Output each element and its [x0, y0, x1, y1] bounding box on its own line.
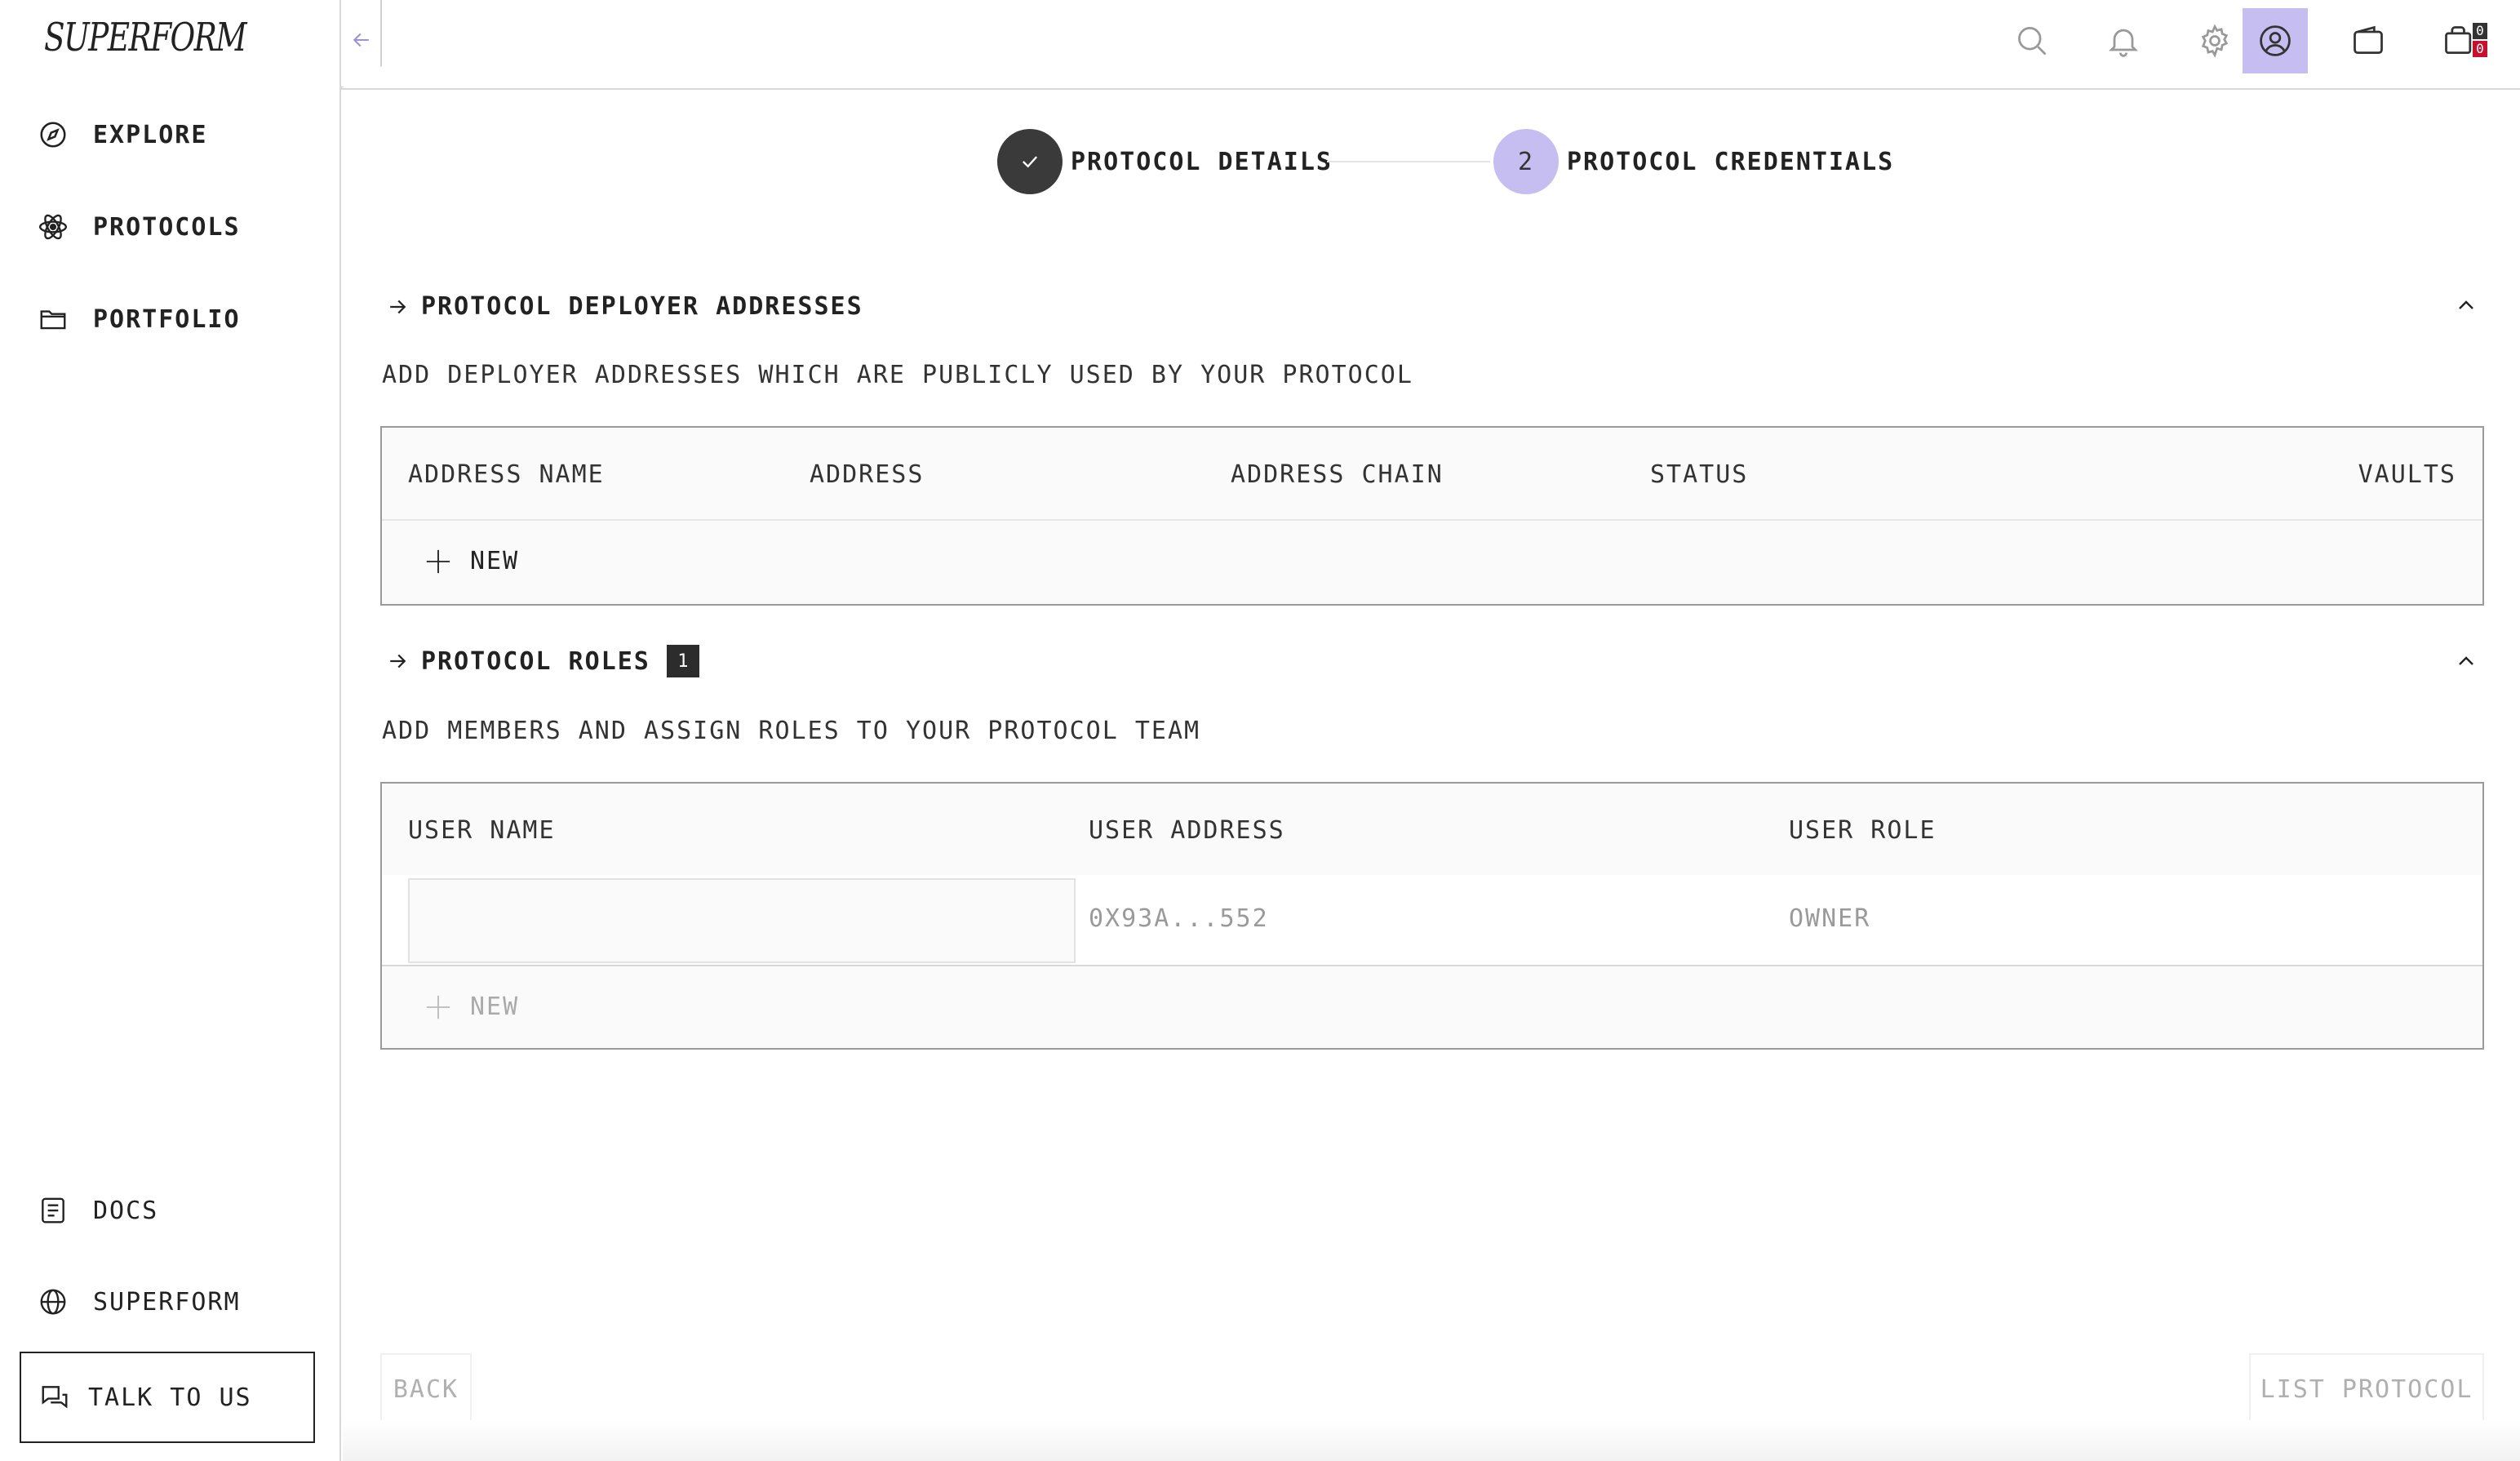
roles-count-badge: 1	[666, 645, 699, 677]
column-header: VAULTS	[2358, 460, 2456, 489]
wallet-button[interactable]	[2336, 8, 2401, 73]
table-row: 0X93A...552 OWNER	[382, 875, 2482, 965]
arrow-right-icon	[390, 300, 406, 313]
user-address-cell: 0X93A...552	[1089, 904, 1269, 933]
row-divider	[382, 519, 2482, 521]
chat-icon	[42, 1386, 68, 1409]
checkmark-icon	[1023, 156, 1038, 168]
settings-button[interactable]	[2182, 8, 2247, 73]
step-label: PROTOCOL CREDENTIALS	[1567, 147, 1895, 176]
compass-icon	[40, 122, 66, 148]
atom-icon	[38, 214, 68, 240]
cart-count-badge: 0	[2473, 23, 2487, 39]
row-divider	[382, 965, 2482, 966]
step-label: PROTOCOL DETAILS	[1071, 147, 1333, 176]
globe-icon	[40, 1289, 66, 1315]
sidebar-item-superform[interactable]: SUPERFORM	[38, 1286, 241, 1317]
step-protocol-credentials[interactable]: 2 PROTOCOL CREDENTIALS	[1493, 129, 1894, 194]
user-icon	[2260, 25, 2291, 56]
plus-icon	[426, 549, 450, 573]
wallet-icon	[2354, 25, 2383, 55]
column-header: ADDRESS	[810, 460, 925, 489]
deployer-addresses-table: ADDRESS NAME ADDRESS ADDRESS CHAIN STATU…	[380, 426, 2484, 606]
section-title: PROTOCOL DEPLOYER ADDRESSES	[421, 292, 863, 321]
talk-to-us-button[interactable]: TALK TO US	[20, 1352, 315, 1443]
notifications-button[interactable]	[2091, 8, 2156, 73]
new-label: NEW	[470, 993, 520, 1021]
cart-alert-badge: 0	[2473, 41, 2487, 57]
column-header: USER ADDRESS	[1089, 816, 1285, 845]
add-deployer-address-button[interactable]: NEW	[424, 547, 519, 575]
protocol-roles-table: USER NAME USER ADDRESS USER ROLE 0X93A..…	[380, 782, 2484, 1050]
sidebar-item-explore[interactable]: EXPLORE	[38, 119, 207, 150]
list-protocol-button[interactable]: LIST PROTOCOL	[2249, 1353, 2484, 1425]
sidebar-item-docs[interactable]: DOCS	[38, 1195, 158, 1226]
document-icon	[42, 1197, 64, 1223]
bell-icon	[2109, 29, 2138, 57]
superform-logo[interactable]: SUPERFORM	[44, 15, 247, 60]
add-member-button[interactable]: NEW	[424, 993, 519, 1021]
sidebar-item-label: SUPERFORM	[93, 1287, 241, 1317]
deployer-section-header[interactable]: PROTOCOL DEPLOYER ADDRESSES	[385, 292, 863, 321]
chevron-up-icon[interactable]	[2453, 648, 2479, 674]
gear-icon	[2201, 24, 2229, 58]
chevron-up-icon[interactable]	[2453, 292, 2479, 318]
search-icon	[2018, 27, 2047, 56]
cart-button[interactable]: 0 0	[2427, 8, 2492, 73]
sidebar-item-label: EXPLORE	[93, 120, 208, 149]
column-header: STATUS	[1650, 460, 1749, 489]
column-header: USER ROLE	[1789, 816, 1937, 845]
step-protocol-details[interactable]: PROTOCOL DETAILS	[997, 129, 1333, 194]
section-description: ADD MEMBERS AND ASSIGN ROLES TO YOUR PRO…	[382, 717, 1201, 745]
search-button[interactable]	[1999, 8, 2065, 73]
column-header: ADDRESS NAME	[408, 460, 605, 489]
column-header: USER NAME	[408, 816, 556, 845]
plus-icon	[426, 995, 450, 1019]
new-label: NEW	[470, 547, 520, 575]
sidebar-item-portfolio[interactable]: PORTFOLIO	[38, 304, 241, 335]
bottom-shadow	[343, 1420, 2520, 1461]
talk-to-us-label: TALK TO US	[88, 1383, 252, 1412]
folder-icon	[40, 310, 66, 330]
roles-section-header[interactable]: PROTOCOL ROLES 1	[385, 645, 699, 677]
stepper-connector	[1327, 161, 1490, 162]
sidebar-item-label: PORTFOLIO	[93, 304, 241, 334]
profile-button[interactable]	[2243, 8, 2308, 73]
sidebar-item-label: PROTOCOLS	[93, 212, 241, 242]
user-name-input[interactable]	[408, 878, 1076, 963]
topbar: 0 0	[341, 0, 2520, 90]
arrow-right-icon	[390, 654, 406, 668]
sidebar-item-label: DOCS	[93, 1196, 159, 1225]
section-description: ADD DEPLOYER ADDRESSES WHICH ARE PUBLICL…	[382, 361, 1413, 389]
section-title: PROTOCOL ROLES	[421, 646, 650, 676]
step-done-circle	[997, 129, 1063, 194]
column-header: ADDRESS CHAIN	[1231, 460, 1444, 489]
back-button[interactable]: BACK	[380, 1353, 472, 1425]
sidebar-item-protocols[interactable]: PROTOCOLS	[38, 211, 241, 242]
sidebar: SUPERFORM EXPLORE PROTOCOLS PORTFOLIO DO…	[0, 0, 341, 1461]
step-number-circle: 2	[1493, 129, 1559, 194]
user-role-cell: OWNER	[1789, 904, 1871, 933]
